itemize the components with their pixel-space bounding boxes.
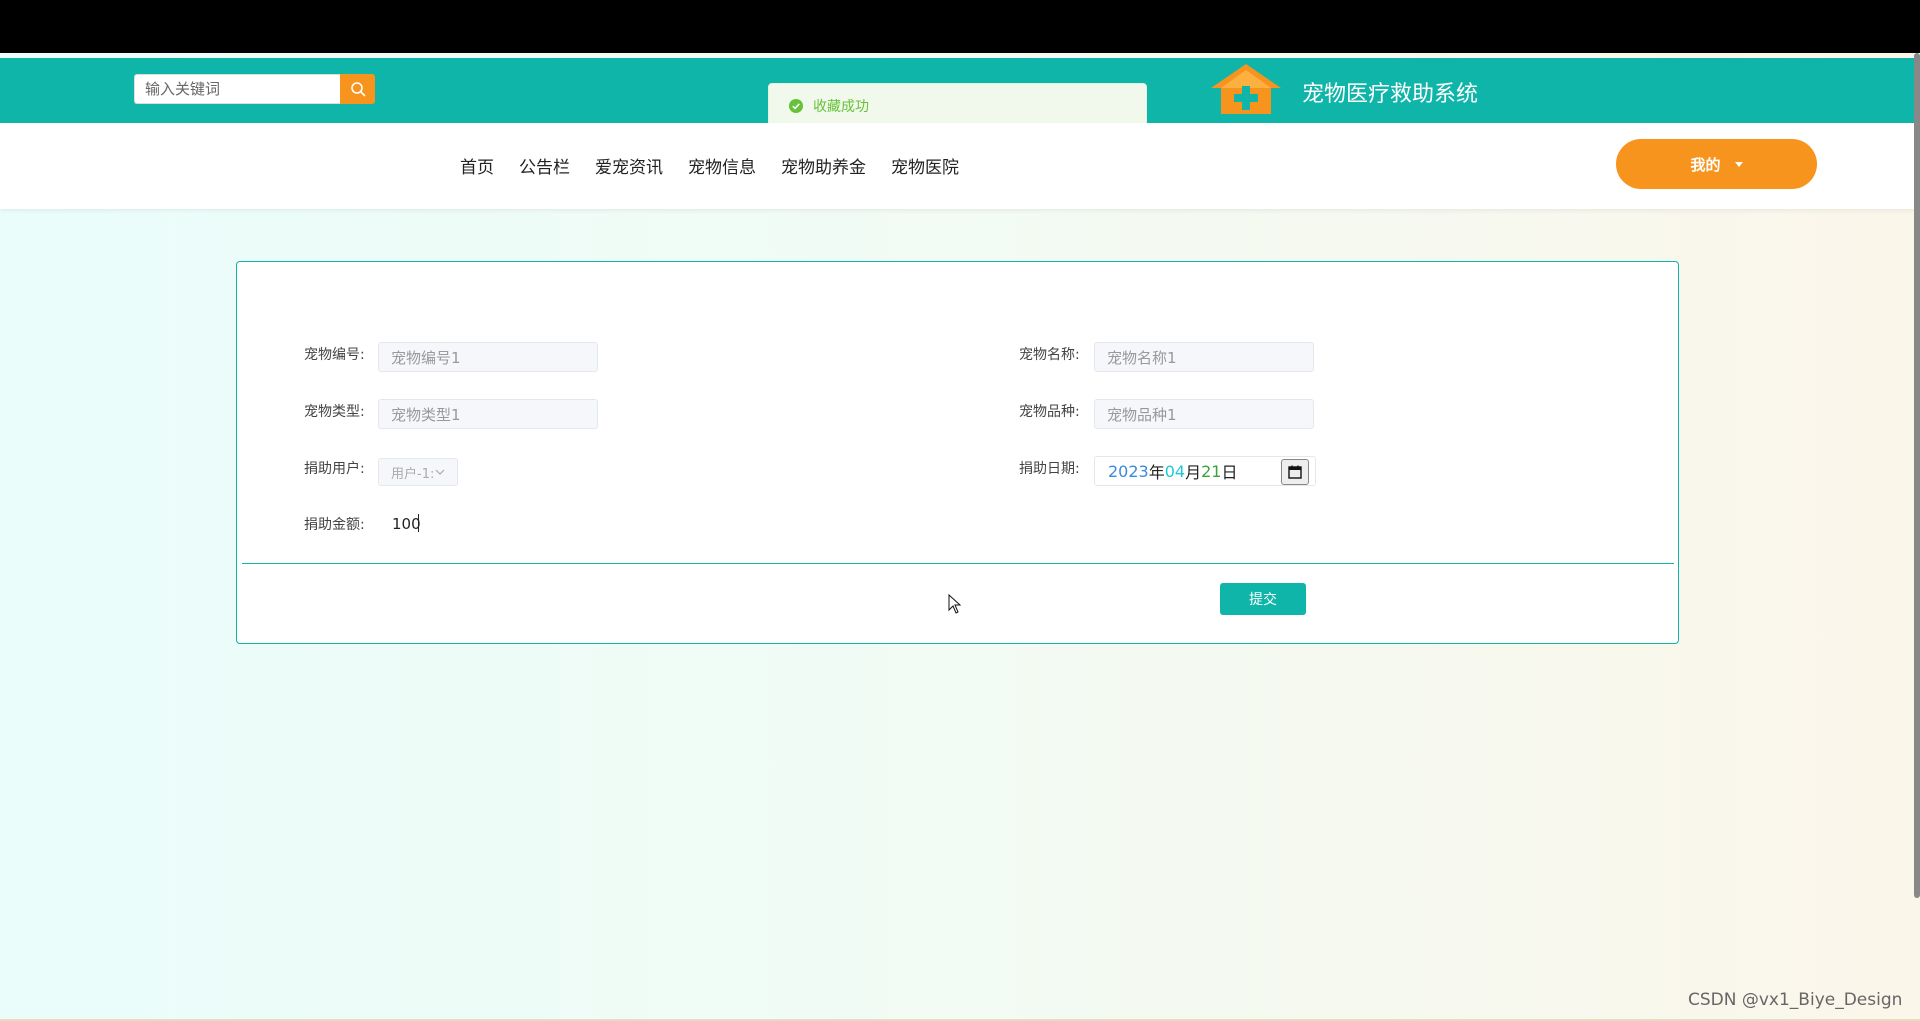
pet-breed-label: 宠物品种: <box>1019 404 1080 420</box>
nav-item-pet-hospital[interactable]: 宠物医院 <box>891 153 959 178</box>
date-day-unit: 日 <box>1221 463 1238 482</box>
chevron-down-icon <box>435 469 445 475</box>
nav-item-news[interactable]: 爱宠资讯 <box>595 153 663 178</box>
nav-item-home[interactable]: 首页 <box>460 153 494 178</box>
mouse-pointer-icon <box>948 594 962 614</box>
amount-input[interactable]: 100 <box>392 515 421 533</box>
date-day: 21 <box>1201 461 1222 481</box>
mine-label: 我的 <box>1690 155 1721 174</box>
pet-id-field[interactable]: 宠物编号1 <box>378 342 598 372</box>
search-icon <box>350 82 365 97</box>
date-year: 2023 <box>1108 461 1149 481</box>
submit-button[interactable]: 提交 <box>1220 583 1306 615</box>
success-check-icon <box>789 99 803 113</box>
donor-label: 捐助用户: <box>304 461 365 477</box>
caret-down-icon <box>1734 161 1743 167</box>
pet-id-label: 宠物编号: <box>304 347 365 363</box>
search-input[interactable] <box>134 74 340 104</box>
pet-breed-field[interactable]: 宠物品种1 <box>1094 399 1314 429</box>
top-black-bar <box>0 0 1920 53</box>
donation-form <box>236 261 1679 644</box>
pet-type-field[interactable]: 宠物类型1 <box>378 399 598 429</box>
mine-dropdown-button[interactable]: 我的 <box>1616 139 1817 189</box>
house-plus-icon <box>1211 64 1281 114</box>
scrollbar[interactable] <box>1914 53 1920 898</box>
amount-label: 捐助金额: <box>304 517 365 533</box>
pet-name-field[interactable]: 宠物名称1 <box>1094 342 1314 372</box>
calendar-icon[interactable] <box>1281 459 1309 485</box>
pet-name-label: 宠物名称: <box>1019 347 1080 363</box>
donor-select[interactable]: 用户-1: <box>378 458 458 486</box>
text-caret <box>418 514 419 532</box>
search-button[interactable] <box>340 74 375 104</box>
toast-message: 收藏成功 <box>813 99 869 115</box>
date-month: 04 <box>1164 461 1186 481</box>
site-logo <box>1207 62 1285 120</box>
pet-type-label: 宠物类型: <box>304 404 365 420</box>
watermark: CSDN @vx1_Biye_Design <box>1688 990 1903 1010</box>
form-divider <box>242 563 1674 564</box>
nav-item-pet-fund[interactable]: 宠物助养金 <box>781 153 866 178</box>
nav-item-pet-info[interactable]: 宠物信息 <box>688 153 756 178</box>
donor-value: 用户-1: <box>391 466 435 482</box>
search-bar <box>134 74 375 104</box>
date-year-unit: 年 <box>1148 463 1165 482</box>
main-nav: 首页 公告栏 爱宠资讯 宠物信息 宠物助养金 宠物医院 <box>460 153 984 178</box>
donate-date-label: 捐助日期: <box>1019 461 1080 477</box>
nav-item-notice[interactable]: 公告栏 <box>519 153 570 178</box>
site-title: 宠物医疗救助系统 <box>1302 82 1479 107</box>
date-month-unit: 月 <box>1185 463 1202 482</box>
donate-date-field[interactable]: 2023 年 04 月 21 日 <box>1094 456 1316 486</box>
